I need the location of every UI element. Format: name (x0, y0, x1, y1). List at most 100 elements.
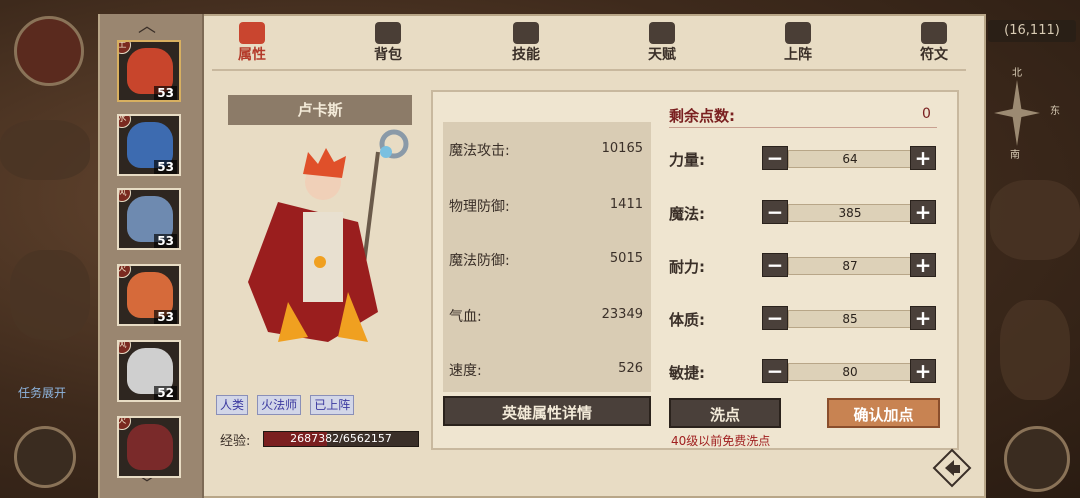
element-badge: 火 (119, 266, 131, 278)
tab-label: 属性 (238, 47, 266, 63)
exp-label: 经验: (220, 434, 251, 449)
exp-value: 2687382/6562157 (290, 432, 392, 445)
stat-hp: 气血: 23349 (443, 300, 651, 330)
element-badge: 风 (119, 342, 131, 354)
hero-portrait[interactable]: 火 (117, 416, 181, 478)
hero-details-button[interactable]: 英雄属性详情 (443, 396, 651, 426)
element-badge: 火 (119, 418, 131, 430)
background-rock (1000, 300, 1070, 400)
confirm-points-button[interactable]: 确认加点 (827, 398, 940, 428)
stat-list: 魔法攻击: 10165 物理防御: 1411 魔法防御: 5015 气血: 23… (443, 122, 651, 392)
stat-value: 23349 (601, 307, 643, 322)
return-icon[interactable] (932, 448, 972, 488)
race-tag: 人类 (216, 395, 249, 415)
attr-name: 敏捷: (669, 364, 705, 382)
attr-constitution: 体质: − 85 + (669, 304, 939, 334)
attr-name: 力量: (669, 151, 705, 169)
hero-level: 53 (154, 160, 177, 174)
stat-name: 气血: (449, 309, 482, 325)
quest-expand-toggle[interactable]: 任务展开 (18, 384, 66, 401)
element-badge: 风 (119, 190, 131, 202)
player-avatar-button[interactable] (14, 16, 84, 86)
book-icon (513, 22, 539, 44)
decrease-endurance-button[interactable]: − (762, 253, 788, 277)
background-rock (990, 180, 1080, 260)
stat-value: 5015 (609, 251, 643, 266)
hero-illustration (248, 129, 409, 342)
attr-name: 魔法: (669, 205, 705, 223)
element-badge: 土 (119, 42, 131, 54)
hero-portrait[interactable]: 水 53 (117, 114, 181, 176)
tab-label: 上阵 (784, 47, 812, 63)
stat-magic-defense: 魔法防御: 5015 (443, 244, 651, 274)
tab-label: 天赋 (648, 47, 676, 63)
element-badge: 水 (119, 116, 131, 128)
hero-portrait[interactable]: 风 52 (117, 340, 181, 402)
points-divider (669, 127, 937, 128)
hero-portrait[interactable]: 风 53 (117, 188, 181, 250)
attr-value: 85 (788, 310, 912, 328)
tab-talents[interactable]: 天赋 (622, 16, 702, 64)
stat-speed: 速度: 526 (443, 354, 651, 384)
increase-constitution-button[interactable]: + (910, 306, 936, 330)
tab-label: 符文 (920, 47, 948, 63)
attr-endurance: 耐力: − 87 + (669, 251, 939, 281)
hero-portrait[interactable]: 土 53 (117, 40, 181, 102)
remaining-points-label: 剩余点数: (669, 107, 735, 125)
stat-magic-attack: 魔法攻击: 10165 (443, 134, 651, 164)
map-button[interactable] (14, 426, 76, 488)
decrease-magic-button[interactable]: − (762, 200, 788, 224)
attr-agility: 敏捷: − 80 + (669, 357, 939, 387)
tab-attributes[interactable]: 属性 (212, 16, 292, 64)
increase-strength-button[interactable]: + (910, 146, 936, 170)
decrease-agility-button[interactable]: − (762, 359, 788, 383)
eye-icon (649, 22, 675, 44)
stat-name: 速度: (449, 363, 482, 379)
reset-hint: 40级以前免费洗点 (671, 434, 771, 448)
compass-east-label: 东 (1050, 106, 1060, 117)
decrease-constitution-button[interactable]: − (762, 306, 788, 330)
attr-strength: 力量: − 64 + (669, 144, 939, 174)
tab-divider (212, 69, 966, 71)
hero-level: 53 (154, 234, 177, 248)
stat-value: 10165 (601, 141, 643, 156)
flame-icon (239, 22, 265, 44)
stat-value: 1411 (609, 197, 643, 212)
increase-magic-button[interactable]: + (910, 200, 936, 224)
stat-name: 魔法防御: (449, 253, 510, 269)
scroll-up-icon[interactable]: ︿ (138, 12, 156, 38)
background-rock (0, 120, 90, 180)
attr-value: 87 (788, 257, 912, 275)
rune-icon (921, 22, 947, 44)
hero-level: 53 (154, 310, 177, 324)
hero-level: 52 (154, 386, 177, 400)
tab-deploy[interactable]: 上阵 (758, 16, 838, 64)
tab-label: 背包 (374, 47, 402, 63)
stat-name: 魔法攻击: (449, 143, 510, 159)
stat-name: 物理防御: (449, 199, 510, 215)
tab-bag[interactable]: 背包 (348, 16, 428, 64)
reset-points-button[interactable]: 洗点 (669, 398, 781, 428)
stat-physical-defense: 物理防御: 1411 (443, 190, 651, 220)
home-button[interactable] (1004, 426, 1070, 492)
tab-bar: 属性 背包 技能 天赋 上阵 符文 (212, 14, 982, 70)
tab-runes[interactable]: 符文 (894, 16, 974, 64)
attr-magic: 魔法: − 385 + (669, 198, 939, 228)
compass-south-label: 南 (1010, 150, 1020, 161)
exp-bar: 2687382/6562157 (263, 431, 419, 447)
class-tag: 火法师 (257, 395, 302, 415)
background-rock (10, 250, 90, 340)
attr-name: 耐力: (669, 258, 705, 276)
increase-endurance-button[interactable]: + (910, 253, 936, 277)
hero-portrait[interactable]: 火 53 (117, 264, 181, 326)
compass-icon (994, 80, 1040, 146)
hero-face (127, 424, 173, 470)
attr-name: 体质: (669, 311, 705, 329)
map-coordinates: (16,111) (988, 20, 1076, 42)
increase-agility-button[interactable]: + (910, 359, 936, 383)
deployed-tag: 已上阵 (310, 395, 355, 415)
remaining-points-value: 0 (922, 106, 931, 122)
attr-value: 80 (788, 363, 912, 381)
decrease-strength-button[interactable]: − (762, 146, 788, 170)
tab-skills[interactable]: 技能 (486, 16, 566, 64)
